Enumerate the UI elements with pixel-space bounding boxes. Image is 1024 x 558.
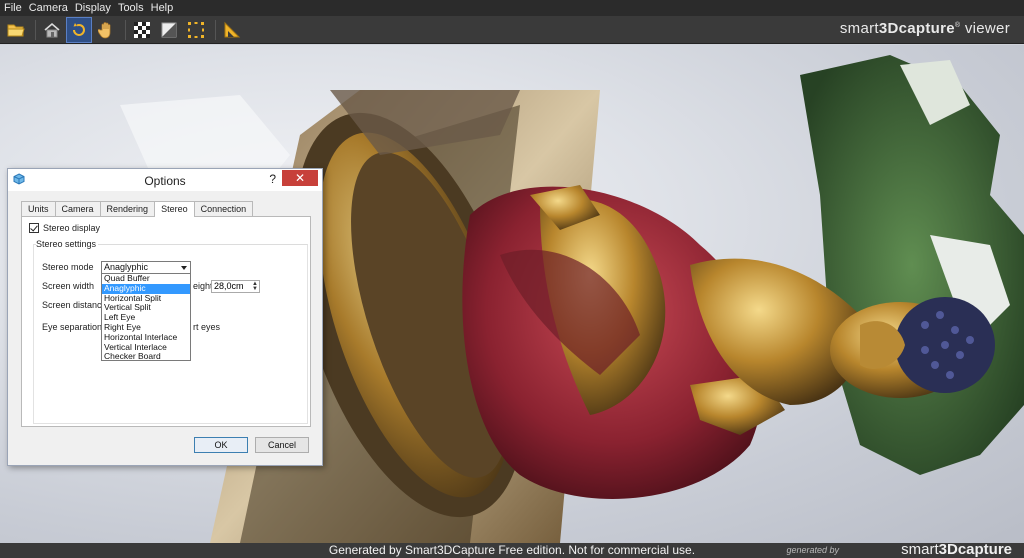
screen-height-input[interactable]: 28,0cm ▲ ▼ (211, 280, 260, 293)
dialog-titlebar[interactable]: Options ? ✕ (8, 169, 322, 191)
tab-rendering[interactable]: Rendering (99, 201, 156, 216)
open-folder-icon[interactable] (4, 18, 28, 42)
checker-texture-icon[interactable] (130, 18, 154, 42)
eye-separation-suffix: rt eyes (193, 322, 221, 332)
screen-height-value: 28,0cm (214, 281, 244, 291)
tab-connection[interactable]: Connection (193, 201, 254, 216)
measure-ruler-icon[interactable] (220, 18, 244, 42)
license-notice: Generated by Smart3DCapture Free edition… (328, 543, 696, 557)
app-brand: smart3Dcapture® viewer (840, 20, 1010, 37)
stereo-mode-value: Anaglyphic (104, 262, 149, 272)
option-checker-board[interactable]: Checker Board (102, 352, 190, 362)
screen-width-label: Screen width (42, 281, 95, 291)
help-button[interactable]: ? (269, 172, 276, 186)
toolbar-separator (215, 19, 216, 40)
ok-button[interactable]: OK (194, 437, 248, 453)
toolbar-separator (35, 19, 36, 40)
selection-bounds-icon[interactable] (184, 18, 208, 42)
tab-stereo[interactable]: Stereo (154, 201, 195, 217)
menu-camera[interactable]: Camera (29, 2, 68, 14)
menu-help[interactable]: Help (151, 2, 174, 14)
menu-display[interactable]: Display (75, 2, 111, 14)
stereo-mode-label: Stereo mode (42, 262, 94, 272)
brand-suffix: viewer (960, 20, 1010, 37)
screen-distance-label: Screen distanc (42, 300, 102, 310)
stereo-tab-panel: Stereo display Stereo settings Stereo mo… (21, 216, 311, 427)
screen-height-label: eight (193, 281, 213, 291)
toolbar: smart3Dcapture® viewer (0, 16, 1024, 44)
stereo-display-label: Stereo display (43, 223, 101, 233)
menu-file[interactable]: File (4, 2, 22, 14)
pan-hand-icon[interactable] (94, 18, 118, 42)
stereo-mode-dropdown-list: Quad Buffer Anaglyphic Horizontal Split … (101, 273, 191, 361)
menu-bar: File Camera Display Tools Help (0, 0, 1024, 16)
stereo-display-checkbox[interactable]: Stereo display (29, 223, 100, 233)
options-dialog: Options ? ✕ Units Camera Rendering Stere… (7, 168, 323, 466)
eye-separation-label: Eye separation (42, 322, 103, 332)
footer-brand-bold: 3Dcapture (938, 541, 1012, 558)
brand-bold: 3Dcapture (878, 20, 955, 37)
shading-icon[interactable] (157, 18, 181, 42)
close-button[interactable]: ✕ (282, 170, 318, 186)
toolbar-separator (125, 19, 126, 40)
generated-by-label: generated by (786, 545, 839, 555)
home-icon[interactable] (40, 18, 64, 42)
spinner-arrows-icon[interactable]: ▲ ▼ (252, 281, 258, 292)
tab-units[interactable]: Units (21, 201, 56, 216)
rotate-icon[interactable] (66, 16, 92, 43)
footer-brand-prefix: smart (901, 541, 939, 558)
cancel-button[interactable]: Cancel (255, 437, 309, 453)
footer-bar: Generated by Smart3DCapture Free edition… (0, 541, 1024, 558)
stereo-settings-label: Stereo settings (36, 239, 99, 249)
chevron-down-icon (181, 266, 187, 270)
tab-camera[interactable]: Camera (54, 201, 101, 216)
tab-bar: Units Camera Rendering Stereo Connection (21, 201, 254, 217)
footer-brand-logo: smart3Dcapture (901, 541, 1012, 558)
checkbox-checked[interactable] (29, 223, 39, 233)
menu-tools[interactable]: Tools (118, 2, 144, 14)
brand-prefix: smart (839, 20, 879, 37)
